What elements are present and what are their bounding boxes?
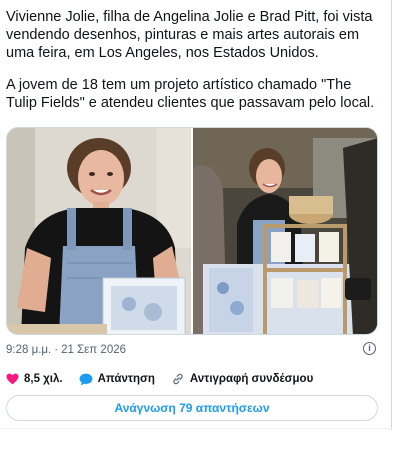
- tweet-paragraph-1: Vivienne Jolie, filha de Angelina Jolie …: [6, 9, 373, 61]
- speech-bubble-icon: [79, 373, 93, 385]
- photo-art-stand-image: [193, 128, 377, 334]
- info-icon[interactable]: i: [363, 342, 376, 355]
- like-button[interactable]: 8,5 χιλ.: [6, 373, 63, 385]
- copy-link-label: Αντιγραφή συνδέσμου: [189, 373, 314, 385]
- photo-art-stand[interactable]: [193, 128, 377, 334]
- link-icon: [173, 373, 183, 385]
- tweet-actions: 8,5 χιλ. Απάντηση Αντιγραφή συνδέσμου: [6, 370, 378, 388]
- timestamp-separator: ·: [54, 344, 59, 356]
- tweet-paragraph-2: A jovem de 18 tem um projeto artístico c…: [6, 77, 375, 111]
- copy-link-button[interactable]: Αντιγραφή συνδέσμου: [171, 372, 313, 386]
- timeline-border: [391, 0, 392, 430]
- tweet: Vivienne Jolie, filha de Angelina Jolie …: [0, 0, 392, 450]
- tweet-timestamp[interactable]: 9:28 μ.μ. · 21 Σεπ 2026 i: [6, 342, 378, 358]
- photo-girl-with-artwork-image: [7, 128, 191, 334]
- photo-girl-with-artwork[interactable]: [7, 128, 191, 334]
- tweet-text: Vivienne Jolie, filha de Angelina Jolie …: [6, 8, 378, 126]
- tweet-divider: [0, 428, 392, 429]
- heart-icon: [6, 373, 19, 385]
- media-grid: [6, 127, 378, 335]
- like-count: 8,5 χιλ.: [24, 373, 63, 385]
- tweet-date: 21 Σεπ 2026: [61, 344, 127, 356]
- reply-label: Απάντηση: [97, 373, 155, 385]
- read-replies-button[interactable]: Ανάγνωση 79 απαντήσεων: [6, 395, 378, 421]
- tweet-time: 9:28 μ.μ.: [6, 344, 52, 356]
- reply-button[interactable]: Απάντηση: [79, 373, 155, 386]
